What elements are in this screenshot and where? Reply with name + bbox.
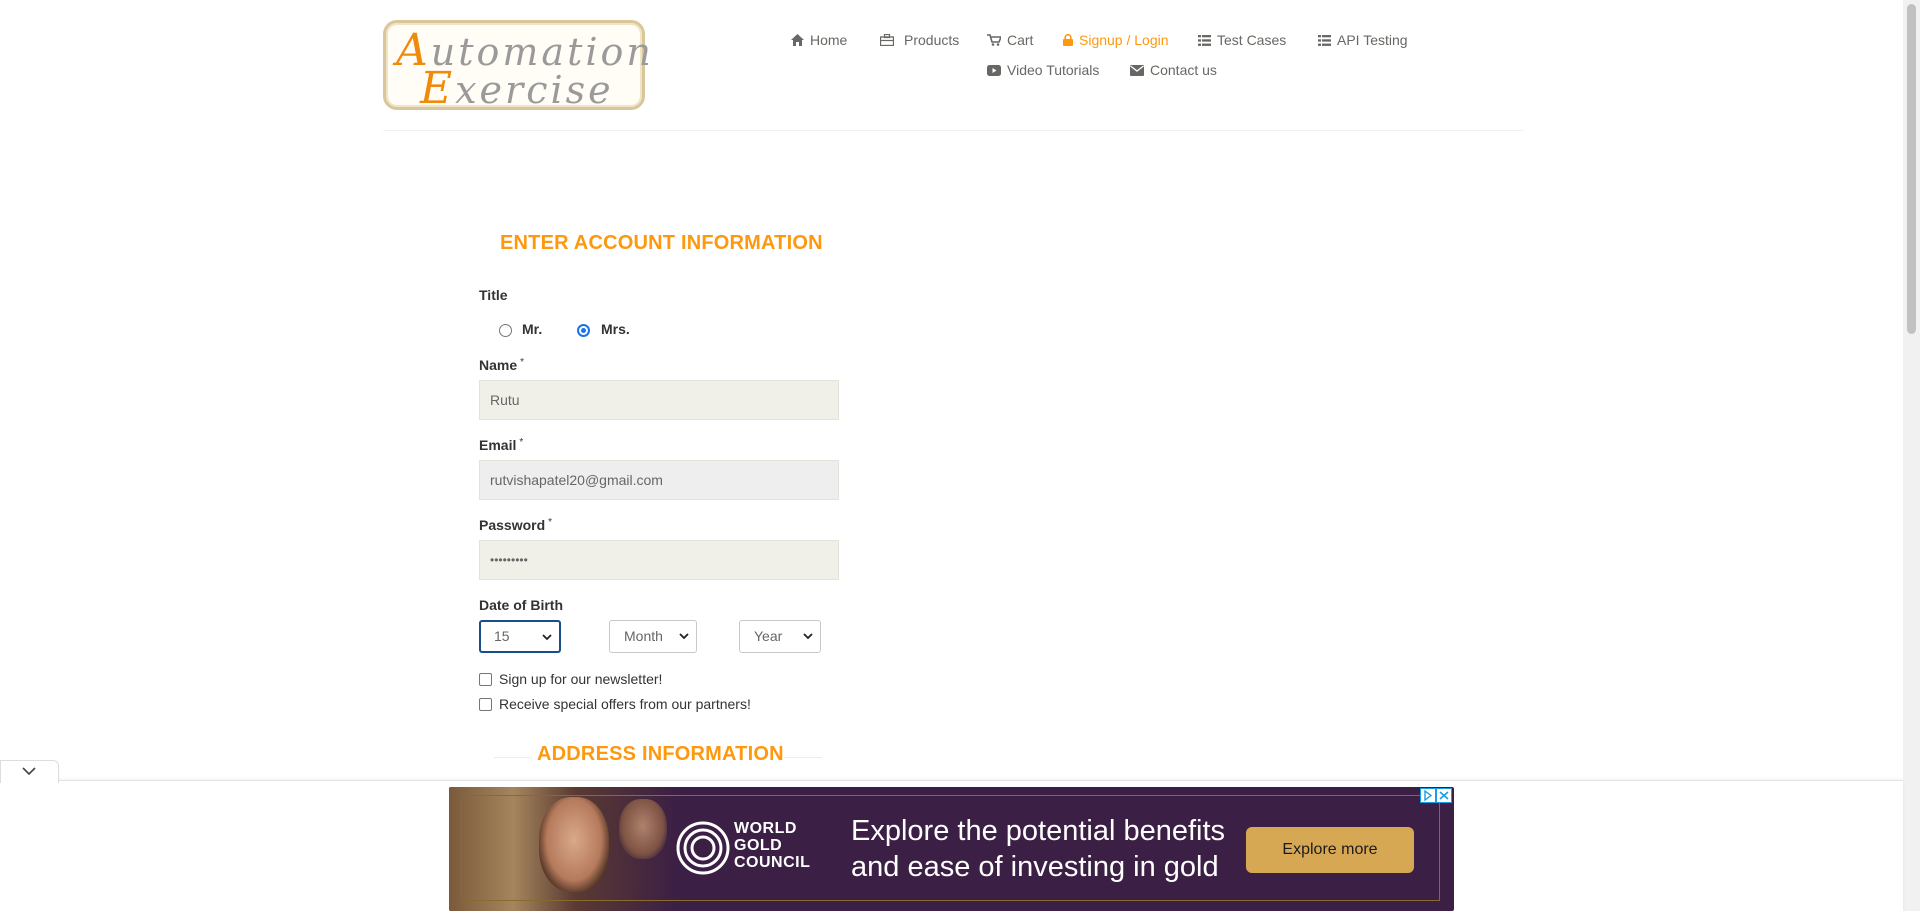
title-mr-radio[interactable]	[499, 324, 512, 337]
list-icon	[1198, 34, 1211, 46]
scrollbar-thumb[interactable]	[1907, 4, 1916, 334]
title-mrs-radio[interactable]	[577, 324, 590, 337]
ad-choices-badge[interactable]	[1420, 788, 1452, 803]
chevron-down-icon	[22, 767, 36, 776]
nav-api-testing[interactable]: API Testing	[1318, 32, 1408, 48]
name-input[interactable]: Rutu	[479, 380, 839, 420]
nav-home-label: Home	[810, 32, 848, 48]
list-icon	[1318, 34, 1331, 46]
name-label: Name *	[479, 357, 525, 373]
nav-video-tutorials[interactable]: Video Tutorials	[987, 62, 1099, 78]
email-input[interactable]: rutvishapatel20@gmail.com	[479, 460, 839, 500]
cart-icon	[987, 34, 1001, 46]
product-icon	[880, 34, 894, 46]
ad-banner[interactable]: WORLD GOLD COUNCIL Explore the potential…	[449, 787, 1454, 911]
address-info-heading: ADDRESS INFORMATION	[537, 743, 784, 765]
nav-test-cases[interactable]: Test Cases	[1198, 32, 1286, 48]
ad-choices-icon	[1420, 788, 1452, 803]
nav-api-testing-label: API Testing	[1337, 32, 1408, 48]
dob-label: Date of Birth	[479, 597, 563, 613]
site-logo[interactable]: Automation Exercise	[383, 20, 651, 114]
nav-cart-label: Cart	[1007, 32, 1034, 48]
envelope-icon	[1130, 64, 1144, 76]
nav-video-tutorials-label: Video Tutorials	[1007, 62, 1100, 78]
title-label: Title	[479, 287, 508, 303]
nav-signup-login-label: Signup / Login	[1079, 32, 1169, 48]
nav-contact-us[interactable]: Contact us	[1130, 62, 1217, 78]
home-icon	[791, 34, 804, 46]
newsletter-checkbox[interactable]	[479, 673, 492, 686]
title-mrs-label[interactable]: Mrs.	[601, 321, 630, 337]
address-divider-left	[494, 757, 530, 758]
world-gold-council-logo-icon	[676, 821, 730, 875]
lock-icon	[1063, 34, 1073, 46]
dob-year-select[interactable]: Year	[739, 620, 821, 653]
address-divider-right	[784, 757, 822, 758]
nav-contact-us-label: Contact us	[1150, 62, 1217, 78]
chevron-down-icon	[803, 633, 813, 640]
ad-photo	[449, 787, 679, 911]
nav-home[interactable]: Home	[791, 32, 847, 48]
chevron-down-icon	[542, 634, 552, 641]
dob-day-select[interactable]: 15	[479, 620, 561, 653]
title-mr-label[interactable]: Mr.	[522, 321, 542, 337]
email-label: Email *	[479, 437, 524, 453]
header-divider	[383, 130, 1523, 131]
ad-collapse-button[interactable]	[0, 760, 59, 783]
nav-products[interactable]: Products	[880, 32, 959, 48]
offers-checkbox[interactable]	[479, 698, 492, 711]
password-label: Password *	[479, 517, 553, 533]
youtube-icon	[987, 64, 1001, 76]
nav-products-label: Products	[904, 32, 960, 48]
chevron-down-icon	[679, 633, 689, 640]
ad-brand-name: WORLD GOLD COUNCIL	[734, 820, 811, 871]
ad-explore-more-button[interactable]: Explore more	[1246, 827, 1414, 873]
nav-signup-login[interactable]: Signup / Login	[1063, 32, 1169, 48]
nav-test-cases-label: Test Cases	[1217, 32, 1287, 48]
newsletter-label[interactable]: Sign up for our newsletter!	[499, 671, 662, 687]
offers-label[interactable]: Receive special offers from our partners…	[499, 696, 751, 712]
page-scrollbar[interactable]	[1903, 0, 1920, 911]
nav-cart[interactable]: Cart	[987, 32, 1033, 48]
password-input[interactable]: •••••••••	[479, 540, 839, 580]
account-info-heading: ENTER ACCOUNT INFORMATION	[500, 232, 823, 254]
ad-copy: Explore the potential benefits and ease …	[851, 815, 1226, 883]
dob-month-select[interactable]: Month	[609, 620, 697, 653]
